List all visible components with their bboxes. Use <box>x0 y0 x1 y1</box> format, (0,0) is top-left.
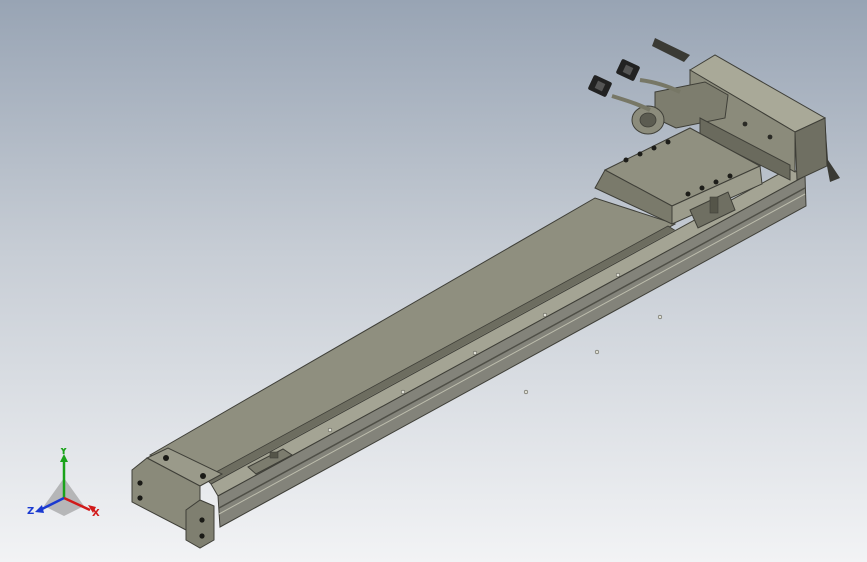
motor-cable-upper <box>639 78 681 94</box>
end-block-left-side <box>185 499 215 549</box>
linear-actuator-model[interactable] <box>0 0 867 562</box>
motor-cable-lower <box>611 94 651 112</box>
end-housing-right-shadow <box>825 118 840 182</box>
rail-side-lower <box>217 175 807 528</box>
x-axis-label: X <box>92 508 100 519</box>
rail-top-face <box>148 197 677 479</box>
rail-side-groove <box>218 187 806 509</box>
z-axis-label: Z <box>27 506 34 517</box>
cad-viewport[interactable]: Y X Z <box>0 0 867 562</box>
rail-slot-strip <box>204 225 677 485</box>
cable-connector-lower <box>588 75 612 97</box>
cable-shadow <box>652 38 690 62</box>
y-axis-label: Y <box>59 448 68 457</box>
orientation-triad[interactable]: Y X Z <box>22 448 112 528</box>
cable-connector-upper <box>616 59 640 81</box>
